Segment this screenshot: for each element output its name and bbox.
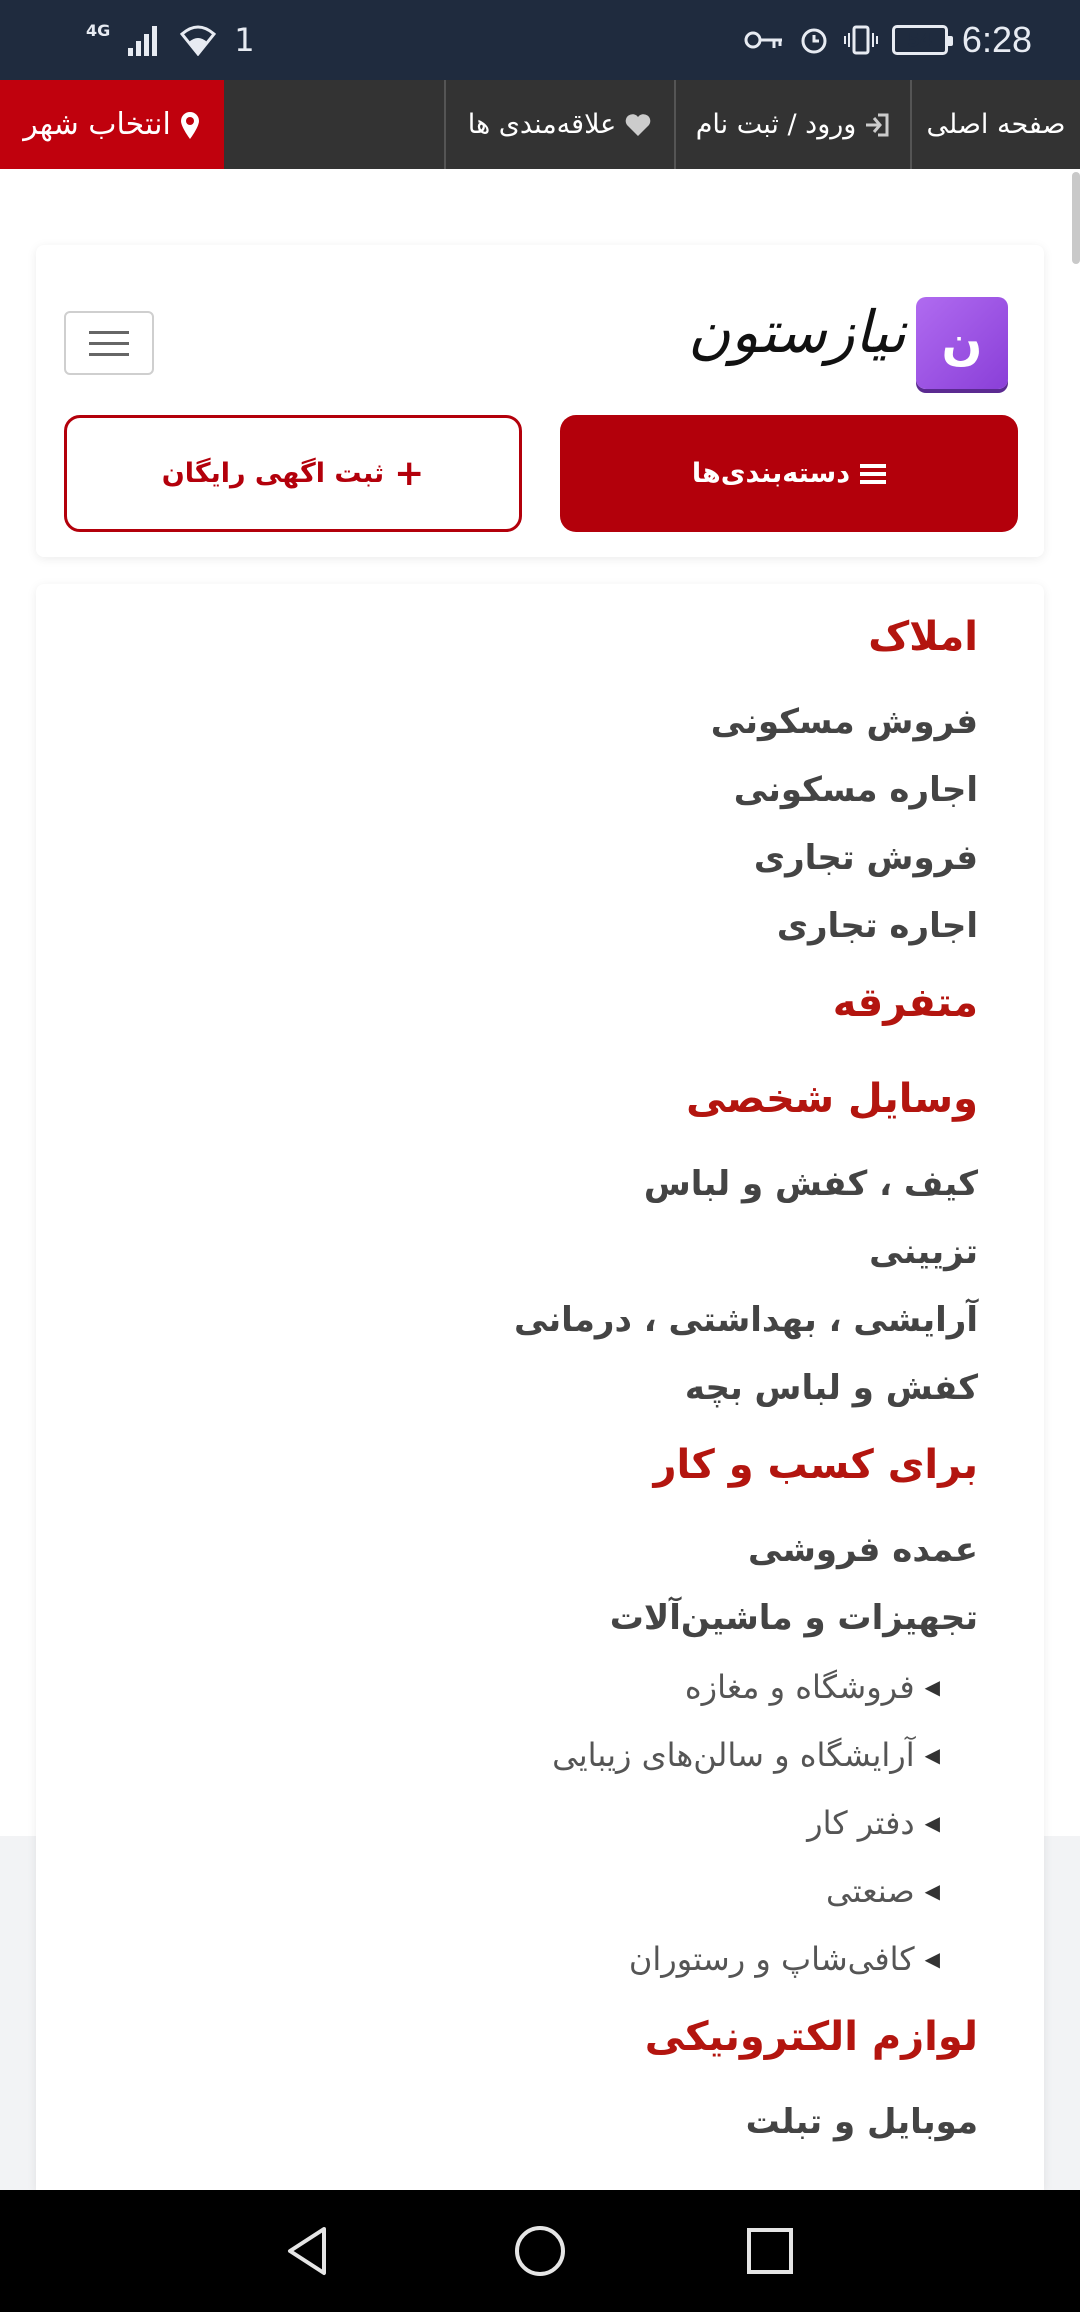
post-ad-button[interactable]: + ثبت اگهی رایگان [64,415,522,532]
alarm-icon [801,28,827,54]
subcategory-item[interactable]: ◀ صنعتی [826,1872,940,1910]
nav-divider [674,80,676,169]
caret-left-icon: ◀ [924,1811,940,1835]
categories-button-label: دسته‌بندی‌ها [691,458,851,489]
system-nav-bar [0,2190,1080,2312]
subcategory-item-label: دفتر کار [807,1804,915,1842]
home-button[interactable] [480,2190,600,2312]
back-button[interactable] [248,2190,368,2312]
subcategory-item[interactable]: ◀ کافی‌شاپ و رستوران [629,1940,940,1978]
subcategory-item[interactable]: ◀ آرایشگاه و سالن‌های زیبایی [552,1736,940,1774]
sign-in-icon [866,113,889,136]
category-item[interactable]: تجهیزات و ماشین‌آلات [610,1598,978,1638]
category-title[interactable]: برای کسب و کار [653,1442,978,1488]
top-nav: صفحه اصلی ورود / ثبت نام علاقه‌مندی ها ا… [0,80,1080,169]
post-ad-button-label: ثبت اگهی رایگان [161,458,385,489]
battery-icon: 54 [891,25,953,55]
caret-left-icon: ◀ [924,1879,940,1903]
category-item[interactable]: موبایل و تبلت [746,2102,978,2142]
back-triangle-icon [288,2227,326,2275]
key-icon [744,31,782,49]
recent-apps-button[interactable] [710,2190,830,2312]
logo-letter: ن [941,315,983,371]
nav-login[interactable]: ورود / ثبت نام [676,80,910,169]
subcategory-item[interactable]: ◀ دفتر کار [807,1804,940,1842]
menu-toggle-button[interactable] [64,311,154,375]
caret-left-icon: ◀ [924,1743,940,1767]
plus-icon: + [394,453,425,494]
category-title[interactable]: وسایل شخصی [686,1076,978,1122]
select-city-label: انتخاب شهر [23,107,171,142]
category-item[interactable]: فروش تجاری [754,838,978,878]
clock: 6:28 [961,19,1032,60]
hamburger-icon-line [89,341,129,345]
recent-square-icon [747,2228,793,2274]
category-item[interactable]: تزیینی [869,1232,978,1272]
hamburger-icon-line [89,352,129,356]
nav-home-label: صفحه اصلی [926,109,1066,140]
nav-login-label: ورود / ثبت نام [695,109,857,140]
select-city-button[interactable]: انتخاب شهر [0,80,224,169]
status-right: 54 6:28 [744,14,1032,66]
category-item[interactable]: آرایشی ، بهداشتی ، درمانی [514,1300,978,1340]
nav-divider [444,80,446,169]
map-marker-icon [180,111,199,139]
category-item[interactable]: کیف ، کفش و لباس [644,1164,978,1204]
category-item[interactable]: اجاره مسکونی [734,770,978,810]
subcategory-item-label: فروشگاه و مغازه [684,1668,915,1706]
page-scrollbar[interactable] [1072,172,1080,264]
home-circle-icon [515,2226,565,2276]
logo-wordmark[interactable]: نیازستون [688,287,906,377]
hamburger-icon-line [89,330,129,334]
nav-divider [910,80,912,169]
nav-favorites[interactable]: علاقه‌مندی ها [446,80,674,169]
category-list-card: املاک فروش مسکونی اجاره مسکونی فروش تجار… [36,584,1044,2190]
category-item[interactable]: عمده فروشی [748,1530,978,1570]
caret-left-icon: ◀ [924,1947,940,1971]
wifi-icon [180,25,217,56]
subcategory-item-label: صنعتی [826,1872,915,1910]
category-title[interactable]: متفرقه [833,980,978,1026]
category-title[interactable]: املاک [868,614,978,660]
network-type: 4G [86,20,111,40]
status-left: 4G 1 [86,18,255,62]
category-item[interactable]: فروش مسکونی [711,702,978,742]
battery-level: 54 [907,29,933,51]
heart-icon [625,113,651,136]
logo-icon[interactable]: ن [916,297,1008,389]
caret-left-icon: ◀ [924,1675,940,1699]
list-icon [860,463,887,484]
vibrate-icon [843,25,878,55]
categories-button[interactable]: دسته‌بندی‌ها [560,415,1018,532]
subcategory-item-label: کافی‌شاپ و رستوران [628,1940,915,1978]
subcategory-item-label: آرایشگاه و سالن‌های زیبایی [552,1736,915,1774]
nav-favorites-label: علاقه‌مندی ها [467,109,617,140]
status-bar: 4G 1 54 6:28 [0,0,1080,80]
subcategory-item[interactable]: ◀ فروشگاه و مغازه [685,1668,940,1706]
nav-home[interactable]: صفحه اصلی [912,80,1080,169]
category-title[interactable]: لوازم الکترونیکی [645,2014,978,2060]
notification-count: 1 [234,21,255,59]
category-item[interactable]: اجاره تجاری [777,906,978,946]
category-item[interactable]: کفش و لباس بچه [685,1368,978,1408]
header-card: ن نیازستون دسته‌بندی‌ها + ثبت اگهی رایگا… [36,245,1044,557]
signal-icon [128,26,158,56]
